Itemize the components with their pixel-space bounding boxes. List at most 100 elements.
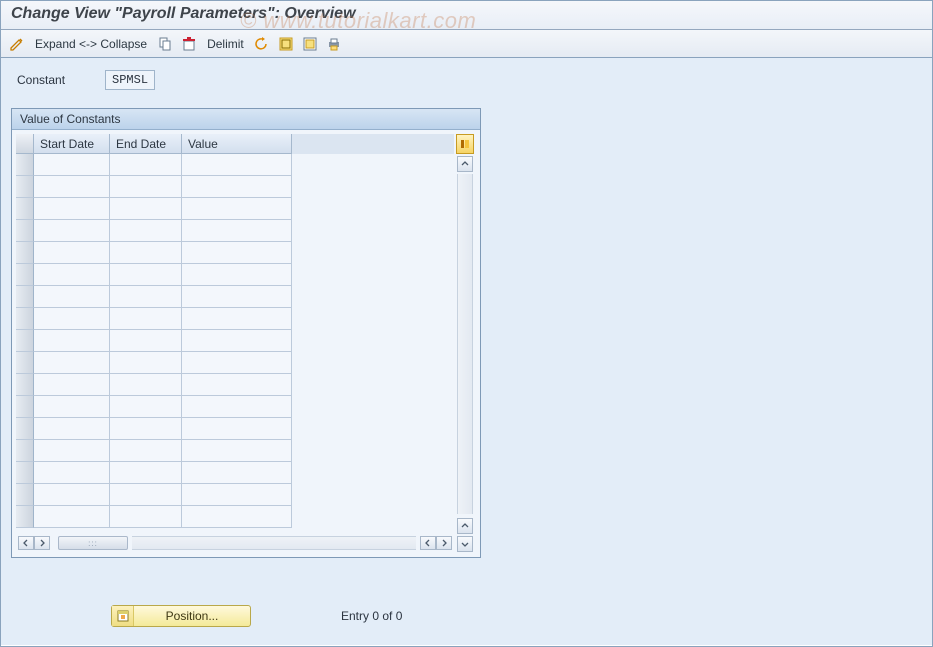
row-selector[interactable] [16, 418, 34, 440]
scroll-track-vertical[interactable] [457, 174, 473, 514]
row-selector[interactable] [16, 242, 34, 264]
expand-collapse-button[interactable]: Expand <-> Collapse [31, 37, 151, 51]
cell-end-date[interactable] [110, 264, 182, 286]
table-row[interactable] [16, 418, 454, 440]
table-row[interactable] [16, 374, 454, 396]
cell-value[interactable] [182, 286, 292, 308]
cell-end-date[interactable] [110, 506, 182, 528]
cell-value[interactable] [182, 396, 292, 418]
cell-value[interactable] [182, 506, 292, 528]
scroll-right-icon[interactable] [34, 536, 50, 550]
cell-start-date[interactable] [34, 330, 110, 352]
cell-start-date[interactable] [34, 220, 110, 242]
cell-end-date[interactable] [110, 396, 182, 418]
row-selector[interactable] [16, 154, 34, 176]
deselect-all-icon[interactable] [300, 34, 320, 54]
table-row[interactable] [16, 242, 454, 264]
row-selector[interactable] [16, 484, 34, 506]
table-row[interactable] [16, 484, 454, 506]
cell-end-date[interactable] [110, 286, 182, 308]
table-row[interactable] [16, 220, 454, 242]
row-selector[interactable] [16, 264, 34, 286]
cell-value[interactable] [182, 154, 292, 176]
scroll-right2-icon[interactable] [436, 536, 452, 550]
table-row[interactable] [16, 308, 454, 330]
table-row[interactable] [16, 286, 454, 308]
scroll-left2-icon[interactable] [420, 536, 436, 550]
configure-columns-icon[interactable] [456, 134, 474, 154]
cell-start-date[interactable] [34, 462, 110, 484]
cell-value[interactable] [182, 330, 292, 352]
cell-value[interactable] [182, 374, 292, 396]
column-start-date[interactable]: Start Date [34, 134, 110, 154]
cell-end-date[interactable] [110, 308, 182, 330]
cell-value[interactable] [182, 198, 292, 220]
cell-end-date[interactable] [110, 198, 182, 220]
cell-value[interactable] [182, 220, 292, 242]
row-selector[interactable] [16, 220, 34, 242]
cell-value[interactable] [182, 418, 292, 440]
cell-start-date[interactable] [34, 506, 110, 528]
row-selector[interactable] [16, 330, 34, 352]
row-selector[interactable] [16, 374, 34, 396]
scroll-up-icon[interactable] [457, 156, 473, 172]
cell-value[interactable] [182, 484, 292, 506]
cell-start-date[interactable] [34, 176, 110, 198]
cell-end-date[interactable] [110, 462, 182, 484]
cell-end-date[interactable] [110, 484, 182, 506]
cell-end-date[interactable] [110, 154, 182, 176]
scroll-up2-icon[interactable] [457, 518, 473, 534]
cell-end-date[interactable] [110, 374, 182, 396]
cell-start-date[interactable] [34, 264, 110, 286]
column-end-date[interactable]: End Date [110, 134, 182, 154]
horizontal-scrollbar[interactable]: ::: [16, 534, 454, 552]
table-row[interactable] [16, 264, 454, 286]
cell-start-date[interactable] [34, 440, 110, 462]
row-selector[interactable] [16, 396, 34, 418]
cell-end-date[interactable] [110, 330, 182, 352]
row-selector[interactable] [16, 198, 34, 220]
cell-value[interactable] [182, 176, 292, 198]
scroll-left-icon[interactable] [18, 536, 34, 550]
select-all-icon[interactable] [276, 34, 296, 54]
cell-start-date[interactable] [34, 418, 110, 440]
cell-start-date[interactable] [34, 154, 110, 176]
cell-start-date[interactable] [34, 374, 110, 396]
scroll-track-horizontal[interactable] [132, 536, 416, 550]
cell-value[interactable] [182, 242, 292, 264]
cell-end-date[interactable] [110, 352, 182, 374]
table-row[interactable] [16, 198, 454, 220]
row-selector[interactable] [16, 506, 34, 528]
delimit-button[interactable]: Delimit [203, 37, 248, 51]
cell-start-date[interactable] [34, 198, 110, 220]
row-selector[interactable] [16, 440, 34, 462]
cell-start-date[interactable] [34, 396, 110, 418]
table-row[interactable] [16, 176, 454, 198]
cell-value[interactable] [182, 462, 292, 484]
delete-icon[interactable] [179, 34, 199, 54]
column-value[interactable]: Value [182, 134, 292, 154]
row-selector[interactable] [16, 462, 34, 484]
table-row[interactable] [16, 154, 454, 176]
cell-start-date[interactable] [34, 352, 110, 374]
table-row[interactable] [16, 352, 454, 374]
table-row[interactable] [16, 396, 454, 418]
table-row[interactable] [16, 330, 454, 352]
table-row[interactable] [16, 462, 454, 484]
row-selector[interactable] [16, 352, 34, 374]
cell-value[interactable] [182, 264, 292, 286]
row-selector[interactable] [16, 176, 34, 198]
cell-start-date[interactable] [34, 484, 110, 506]
cell-end-date[interactable] [110, 418, 182, 440]
position-button[interactable]: Position... [111, 605, 251, 627]
toggle-display-change-icon[interactable] [7, 34, 27, 54]
table-row[interactable] [16, 440, 454, 462]
cell-end-date[interactable] [110, 242, 182, 264]
cell-end-date[interactable] [110, 176, 182, 198]
copy-icon[interactable] [155, 34, 175, 54]
cell-end-date[interactable] [110, 440, 182, 462]
scroll-down-icon[interactable] [457, 536, 473, 552]
cell-start-date[interactable] [34, 286, 110, 308]
scroll-thumb[interactable]: ::: [58, 536, 128, 550]
row-selector[interactable] [16, 286, 34, 308]
